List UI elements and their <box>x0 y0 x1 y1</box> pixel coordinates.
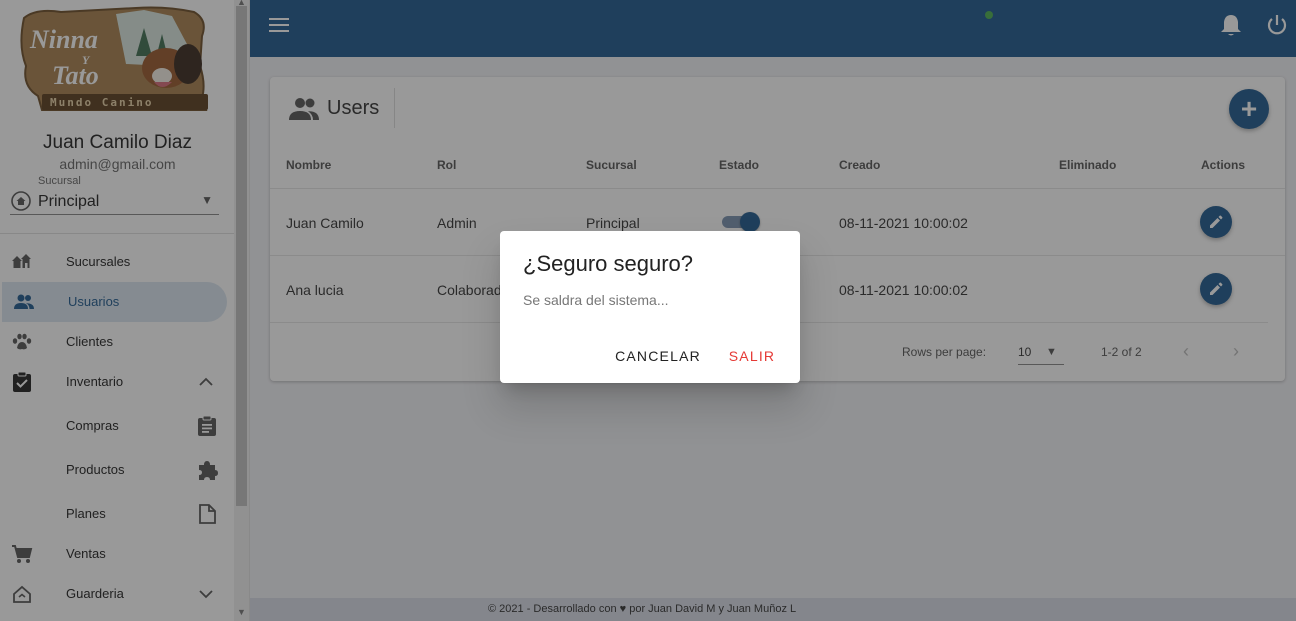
dialog-title: ¿Seguro seguro? <box>523 251 693 276</box>
dialog-text: Se saldra del sistema... <box>523 292 669 308</box>
logout-button[interactable]: SALIR <box>722 343 782 369</box>
logout-confirm-dialog: ¿Seguro seguro? Se saldra del sistema...… <box>500 231 800 383</box>
cancel-button[interactable]: CANCELAR <box>612 343 704 369</box>
